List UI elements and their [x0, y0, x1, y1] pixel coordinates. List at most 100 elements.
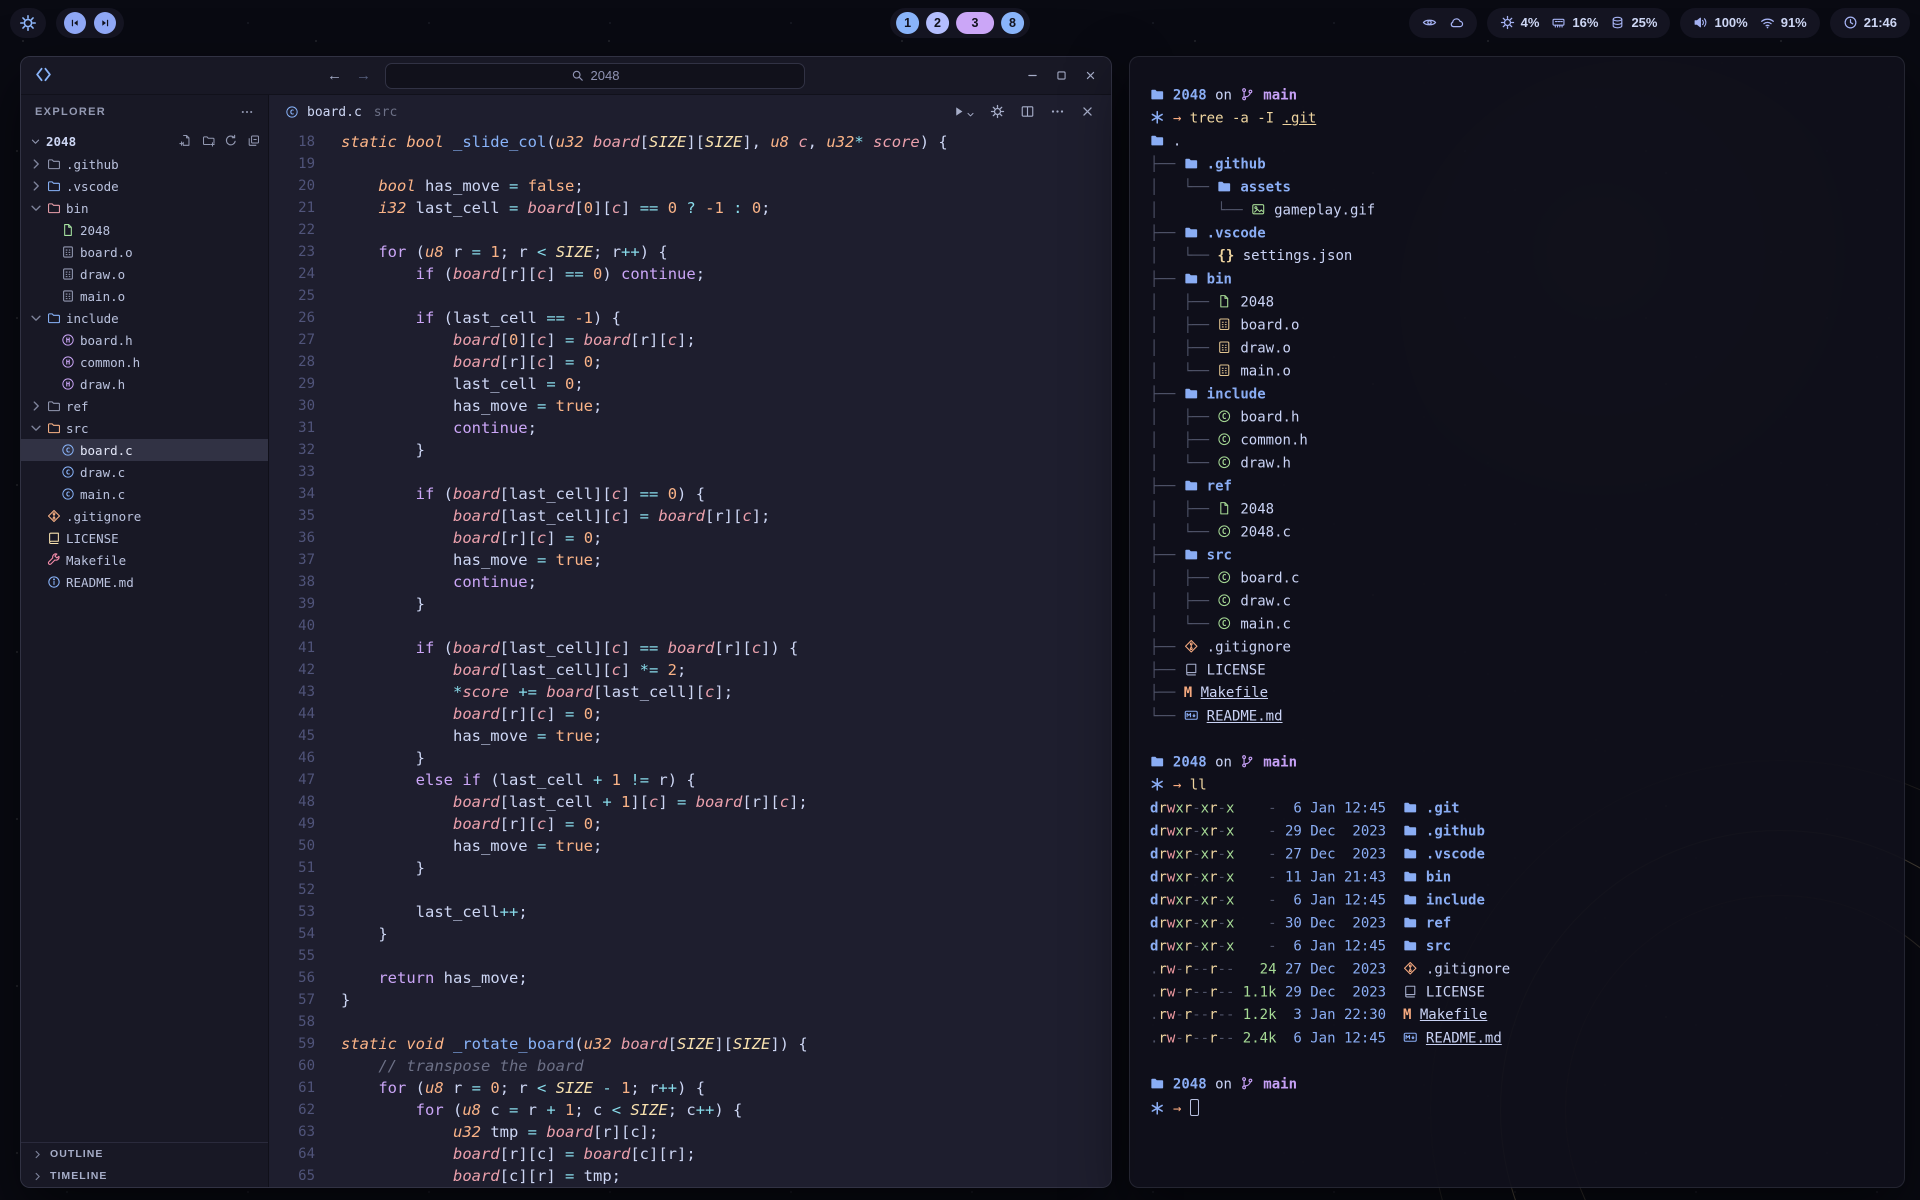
split-editor-button[interactable] [1020, 104, 1035, 121]
code-line-55[interactable]: 55 [269, 945, 1111, 967]
code-line-45[interactable]: 45 has_move = true; [269, 725, 1111, 747]
code-line-58[interactable]: 58 [269, 1011, 1111, 1033]
tree-item-ref[interactable]: ref [21, 395, 268, 417]
code-line-36[interactable]: 36 board[r][c] = 0; [269, 527, 1111, 549]
code-line-40[interactable]: 40 [269, 615, 1111, 637]
code-line-43[interactable]: 43 *score += board[last_cell][c]; [269, 681, 1111, 703]
code-line-48[interactable]: 48 board[last_cell + 1][c] = board[r][c]… [269, 791, 1111, 813]
tree-item-.vscode[interactable]: .vscode [21, 175, 268, 197]
tree-item-draw.o[interactable]: draw.o [21, 263, 268, 285]
tree-item-2048[interactable]: 2048 [21, 219, 268, 241]
titlebar[interactable]: ← → 2048 [21, 57, 1111, 95]
code-line-53[interactable]: 53 last_cell++; [269, 901, 1111, 923]
tree-item-bin[interactable]: bin [21, 197, 268, 219]
code-line-63[interactable]: 63 u32 tmp = board[r][c]; [269, 1121, 1111, 1143]
code-line-34[interactable]: 34 if (board[last_cell][c] == 0) { [269, 483, 1111, 505]
code-line-51[interactable]: 51 } [269, 857, 1111, 879]
code-line-54[interactable]: 54 } [269, 923, 1111, 945]
tree-item-common.h[interactable]: common.h [21, 351, 268, 373]
maximize-button[interactable] [1055, 67, 1068, 85]
code-line-30[interactable]: 30 has_move = true; [269, 395, 1111, 417]
code-line-56[interactable]: 56 return has_move; [269, 967, 1111, 989]
code-line-39[interactable]: 39 } [269, 593, 1111, 615]
workspace-2[interactable]: 2 [926, 12, 949, 34]
launcher-button[interactable] [10, 8, 46, 38]
code-line-31[interactable]: 31 continue; [269, 417, 1111, 439]
tree-item-Makefile[interactable]: Makefile [21, 549, 268, 571]
code-line-52[interactable]: 52 [269, 879, 1111, 901]
code-line-29[interactable]: 29 last_cell = 0; [269, 373, 1111, 395]
system-stats[interactable]: 4%16%25% [1487, 8, 1671, 38]
terminal-window[interactable]: 2048 on main → tree -a -I .git .├── .git… [1129, 56, 1905, 1188]
code-line-65[interactable]: 65 board[c][r] = tmp; [269, 1165, 1111, 1187]
workspace-3[interactable]: 3 [956, 12, 994, 34]
code-line-37[interactable]: 37 has_move = true; [269, 549, 1111, 571]
audio-network-stats[interactable]: 100%91% [1680, 8, 1819, 38]
new-file-button[interactable] [179, 134, 193, 149]
code-line-24[interactable]: 24 if (board[r][c] == 0) continue; [269, 263, 1111, 285]
media-next-button[interactable] [94, 12, 116, 34]
code-line-57[interactable]: 57} [269, 989, 1111, 1011]
nav-forward-button[interactable]: → [356, 67, 371, 84]
tree-item-.github[interactable]: .github [21, 153, 268, 175]
code-line-20[interactable]: 20 bool has_move = false; [269, 175, 1111, 197]
code-line-47[interactable]: 47 else if (last_cell + 1 != r) { [269, 769, 1111, 791]
tree-item-README.md[interactable]: README.md [21, 571, 268, 593]
code-line-32[interactable]: 32 } [269, 439, 1111, 461]
workspace-1[interactable]: 1 [896, 12, 919, 34]
new-folder-button[interactable] [202, 134, 216, 149]
tree-item-board.c[interactable]: board.c [21, 439, 268, 461]
panel-outline[interactable]: OUTLINE [21, 1143, 268, 1165]
nav-back-button[interactable]: ← [327, 67, 342, 84]
tree-item-main.o[interactable]: main.o [21, 285, 268, 307]
more-actions-icon[interactable] [240, 105, 254, 119]
code-line-59[interactable]: 59static void _rotate_board(u32 board[SI… [269, 1033, 1111, 1055]
code-line-18[interactable]: 18static bool _slide_col(u32 board[SIZE]… [269, 131, 1111, 153]
code-line-46[interactable]: 46 } [269, 747, 1111, 769]
close-button[interactable] [1084, 67, 1097, 85]
tree-item-LICENSE[interactable]: LICENSE [21, 527, 268, 549]
minimize-button[interactable] [1026, 67, 1039, 85]
code-line-62[interactable]: 62 for (u8 c = r + 1; c < SIZE; c++) { [269, 1099, 1111, 1121]
tree-item-draw.h[interactable]: draw.h [21, 373, 268, 395]
code-line-64[interactable]: 64 board[r][c] = board[c][r]; [269, 1143, 1111, 1165]
clock-widget[interactable]: 21:46 [1830, 8, 1910, 38]
run-button[interactable] [951, 104, 975, 121]
code-line-22[interactable]: 22 [269, 219, 1111, 241]
titlebar-search[interactable]: 2048 [385, 63, 805, 89]
code-line-60[interactable]: 60 // transpose the board [269, 1055, 1111, 1077]
gear-button[interactable] [990, 104, 1005, 121]
code-line-19[interactable]: 19 [269, 153, 1111, 175]
code-line-35[interactable]: 35 board[last_cell][c] = board[r][c]; [269, 505, 1111, 527]
panel-timeline[interactable]: TIMELINE [21, 1165, 268, 1187]
code-line-41[interactable]: 41 if (board[last_cell][c] == board[r][c… [269, 637, 1111, 659]
code-line-61[interactable]: 61 for (u8 r = 0; r < SIZE - 1; r++) { [269, 1077, 1111, 1099]
code-line-23[interactable]: 23 for (u8 r = 1; r < SIZE; r++) { [269, 241, 1111, 263]
tree-item-include[interactable]: include [21, 307, 268, 329]
close-button[interactable] [1080, 104, 1095, 121]
tree-item-.gitignore[interactable]: .gitignore [21, 505, 268, 527]
tree-item-src[interactable]: src [21, 417, 268, 439]
code-line-44[interactable]: 44 board[r][c] = 0; [269, 703, 1111, 725]
tree-item-draw.c[interactable]: draw.c [21, 461, 268, 483]
workspace-8[interactable]: 8 [1001, 12, 1024, 34]
code-line-33[interactable]: 33 [269, 461, 1111, 483]
editor-tab-bar[interactable]: board.c src [269, 95, 1111, 129]
refresh-button[interactable] [224, 134, 238, 149]
code-line-25[interactable]: 25 [269, 285, 1111, 307]
code-editor[interactable]: 18static bool _slide_col(u32 board[SIZE]… [269, 129, 1111, 1187]
project-root-row[interactable]: 2048 [21, 129, 268, 153]
tree-item-board.h[interactable]: board.h [21, 329, 268, 351]
code-line-49[interactable]: 49 board[r][c] = 0; [269, 813, 1111, 835]
code-line-42[interactable]: 42 board[last_cell][c] *= 2; [269, 659, 1111, 681]
weather-widget[interactable] [1409, 8, 1477, 38]
code-line-28[interactable]: 28 board[r][c] = 0; [269, 351, 1111, 373]
code-line-50[interactable]: 50 has_move = true; [269, 835, 1111, 857]
tree-item-main.c[interactable]: main.c [21, 483, 268, 505]
code-line-27[interactable]: 27 board[0][c] = board[r][c]; [269, 329, 1111, 351]
collapse-all-button[interactable] [247, 134, 261, 149]
code-line-38[interactable]: 38 continue; [269, 571, 1111, 593]
more-button[interactable] [1050, 104, 1065, 121]
media-prev-button[interactable] [64, 12, 86, 34]
code-line-21[interactable]: 21 i32 last_cell = board[0][c] == 0 ? -1… [269, 197, 1111, 219]
